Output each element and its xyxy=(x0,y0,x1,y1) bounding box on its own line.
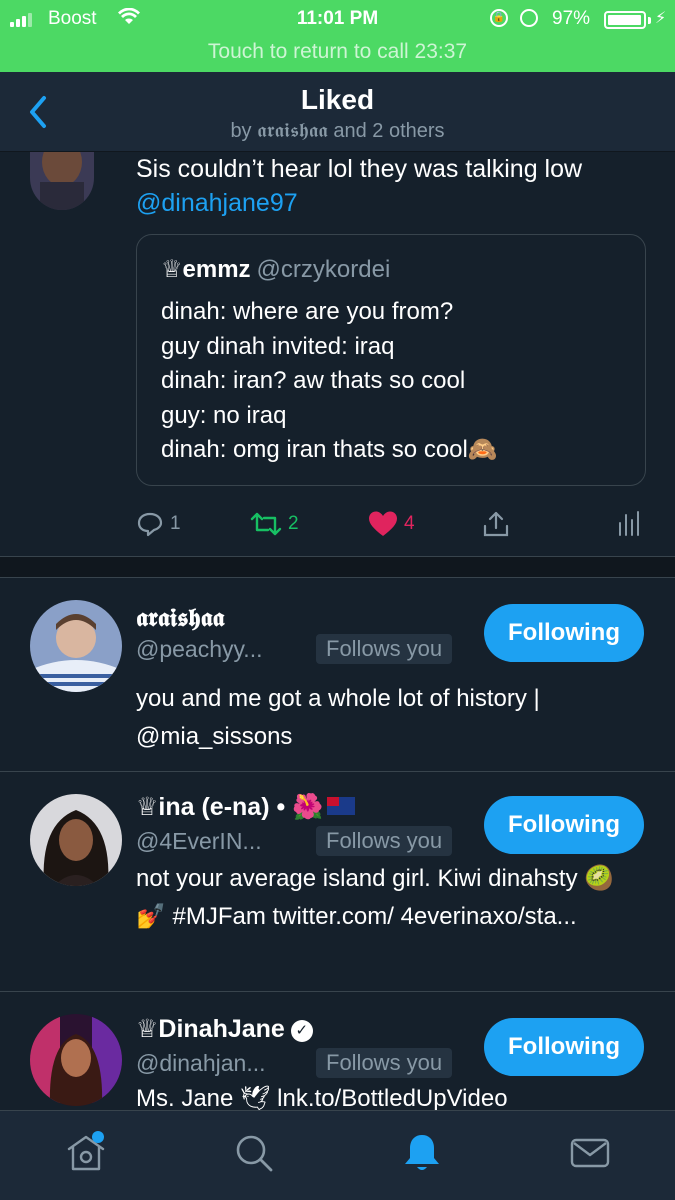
quote-line: dinah: omg iran thats so cool🙈 xyxy=(161,436,498,463)
liked-list: Sis couldn’t hear lol they was talking l… xyxy=(0,152,675,1110)
reply-button[interactable]: 1 xyxy=(136,504,181,544)
page-title: Liked xyxy=(300,84,375,115)
user-name: 𝖆𝖗𝖆𝖎𝖘𝖍𝖆𝖆 xyxy=(136,604,225,632)
quoted-tweet[interactable]: ♕emmz @crzykordei dinah: where are you fr… xyxy=(136,234,646,486)
mention-link[interactable]: @dinahjane97 xyxy=(136,189,298,217)
user-bio: not your average island girl. Kiwi dinah… xyxy=(136,865,615,930)
user-handle: @4EverIN... xyxy=(136,828,262,854)
follows-you-badge: Follows you xyxy=(316,826,453,856)
reply-icon xyxy=(137,512,163,537)
following-button[interactable]: Following xyxy=(484,796,644,854)
user-name-text: ♕DinahJane xyxy=(136,1015,285,1043)
section-divider xyxy=(0,556,675,578)
follows-you-badge: Follows you xyxy=(316,634,453,664)
return-to-call-banner[interactable]: Touch to return to call 23:37 xyxy=(0,40,675,64)
reply-count: 1 xyxy=(170,513,181,534)
user-row[interactable]: ♕DinahJane ✓ @dinahjan... Follows you Fol… xyxy=(0,992,675,1110)
battery-level xyxy=(608,15,641,25)
analytics-icon xyxy=(619,511,639,536)
avatar[interactable] xyxy=(30,794,122,886)
charging-icon: ⚡ xyxy=(655,10,667,27)
following-button[interactable]: Following xyxy=(484,1018,644,1076)
quote-author-name: ♕emmz xyxy=(161,256,251,283)
analytics-button[interactable] xyxy=(616,504,640,544)
rotation-lock-icon: 🔒 xyxy=(490,9,508,27)
battery-percent: 97% xyxy=(552,8,591,29)
nz-flag-icon xyxy=(327,797,356,815)
tweet-actions: 1 2 4 xyxy=(136,504,646,544)
page-subtitle: by 𝖆𝖗𝖆𝖎𝖘𝖍𝖆𝖆 and 2 others xyxy=(230,120,445,142)
notifications-icon[interactable] xyxy=(400,1131,444,1175)
user-name: ♕ina (e-na) • 🌺 xyxy=(136,792,356,822)
tab-bar xyxy=(0,1110,675,1200)
alarm-icon xyxy=(520,9,538,27)
tweet[interactable]: Sis couldn’t hear lol they was talking l… xyxy=(0,152,675,556)
user-bio: you and me got a whole lot of history | … xyxy=(136,685,540,750)
messages-icon[interactable] xyxy=(568,1131,612,1175)
user-name-text: ♕ina (e-na) • 🌺 xyxy=(136,793,324,821)
retweet-count: 2 xyxy=(288,513,299,534)
user-name: ♕DinahJane ✓ xyxy=(136,1014,313,1044)
heart-icon xyxy=(369,511,397,536)
quote-line: guy: no iraq xyxy=(161,401,287,429)
avatar[interactable] xyxy=(30,1014,122,1106)
like-count: 4 xyxy=(404,513,415,534)
user-handle: @peachyy... xyxy=(136,636,263,662)
retweet-icon xyxy=(250,512,282,536)
quote-body: dinah: where are you from? guy dinah inv… xyxy=(161,295,631,468)
user-row[interactable]: ♕ina (e-na) • 🌺 @4EverIN... Follows you … xyxy=(0,772,675,992)
avatar[interactable] xyxy=(30,152,94,210)
quote-author-handle: @crzykordei xyxy=(256,256,391,283)
follows-you-badge: Follows you xyxy=(316,1048,453,1078)
share-button[interactable] xyxy=(482,504,510,544)
quote-line: guy dinah invited: iraq xyxy=(161,332,395,360)
quote-line: dinah: where are you from? xyxy=(161,298,454,325)
user-handle: @dinahjan... xyxy=(136,1050,266,1076)
verified-icon: ✓ xyxy=(290,1020,313,1042)
like-button[interactable]: 4 xyxy=(368,504,415,544)
share-icon xyxy=(483,511,509,537)
search-icon[interactable] xyxy=(232,1131,276,1175)
battery-icon xyxy=(604,11,646,29)
user-bio: Ms. Jane 🕊 lnk.to/BottledUpVideo xyxy=(136,1085,508,1110)
following-button[interactable]: Following xyxy=(484,604,644,662)
status-bar: Boost 11:01 PM 🔒 97% ⚡ Touch to return t… xyxy=(0,0,675,72)
nav-header: Liked by 𝖆𝖗𝖆𝖎𝖘𝖍𝖆𝖆 and 2 others xyxy=(0,72,675,152)
battery-cap xyxy=(648,17,651,24)
new-content-dot xyxy=(92,1131,104,1143)
quote-line: dinah: iran? aw thats so cool xyxy=(161,367,466,394)
user-row[interactable]: 𝖆𝖗𝖆𝖎𝖘𝖍𝖆𝖆 @peachyy... Follows you Followi… xyxy=(0,578,675,772)
quote-header: ♕emmz @crzykordei xyxy=(161,255,390,284)
tweet-body: Sis couldn’t hear lol they was talking l… xyxy=(136,155,583,183)
avatar[interactable] xyxy=(30,600,122,692)
retweet-button[interactable]: 2 xyxy=(250,504,299,544)
tweet-text: Sis couldn’t hear lol they was talking l… xyxy=(136,152,636,220)
status-row: Boost 11:01 PM 🔒 97% ⚡ xyxy=(0,6,675,34)
